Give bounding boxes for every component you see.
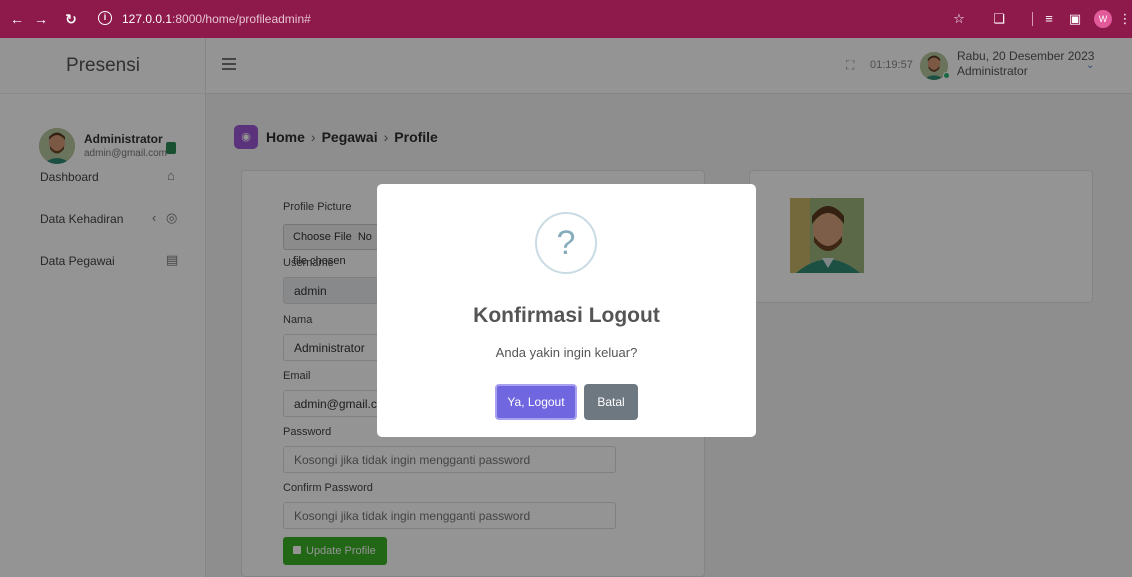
cancel-button[interactable]: Batal [584, 384, 638, 420]
forward-icon[interactable]: → [32, 10, 50, 28]
dialog-title: Konfirmasi Logout [473, 304, 660, 327]
browser-profile-avatar[interactable]: W [1094, 10, 1112, 28]
dialog-message: Anda yakin ingin keluar? [495, 345, 638, 360]
reload-icon[interactable]: ↻ [62, 10, 80, 28]
address-bar[interactable]: 127.0.0.1:8000/home/profileadmin# [122, 11, 311, 27]
toolbar-divider [1032, 12, 1033, 26]
question-icon: ? [535, 212, 597, 274]
url-host: 127.0.0.1 [122, 12, 173, 26]
sidepanel-icon[interactable]: ▣ [1066, 10, 1084, 28]
site-info-icon[interactable]: i [98, 11, 112, 25]
url-path: :8000/home/profileadmin# [172, 12, 311, 26]
logout-confirm-dialog: ? Konfirmasi Logout Anda yakin ingin kel… [377, 184, 756, 437]
menu-icon[interactable]: ⋮ [1116, 10, 1132, 28]
confirm-logout-button[interactable]: Ya, Logout [495, 384, 577, 420]
extensions-icon[interactable]: ❏ [990, 10, 1008, 28]
back-icon[interactable]: ← [8, 10, 26, 28]
media-icon[interactable]: ≡ [1040, 10, 1058, 28]
star-icon[interactable]: ☆ [950, 10, 968, 28]
browser-toolbar: ← → ↻ i 127.0.0.1:8000/home/profileadmin… [0, 0, 1132, 38]
